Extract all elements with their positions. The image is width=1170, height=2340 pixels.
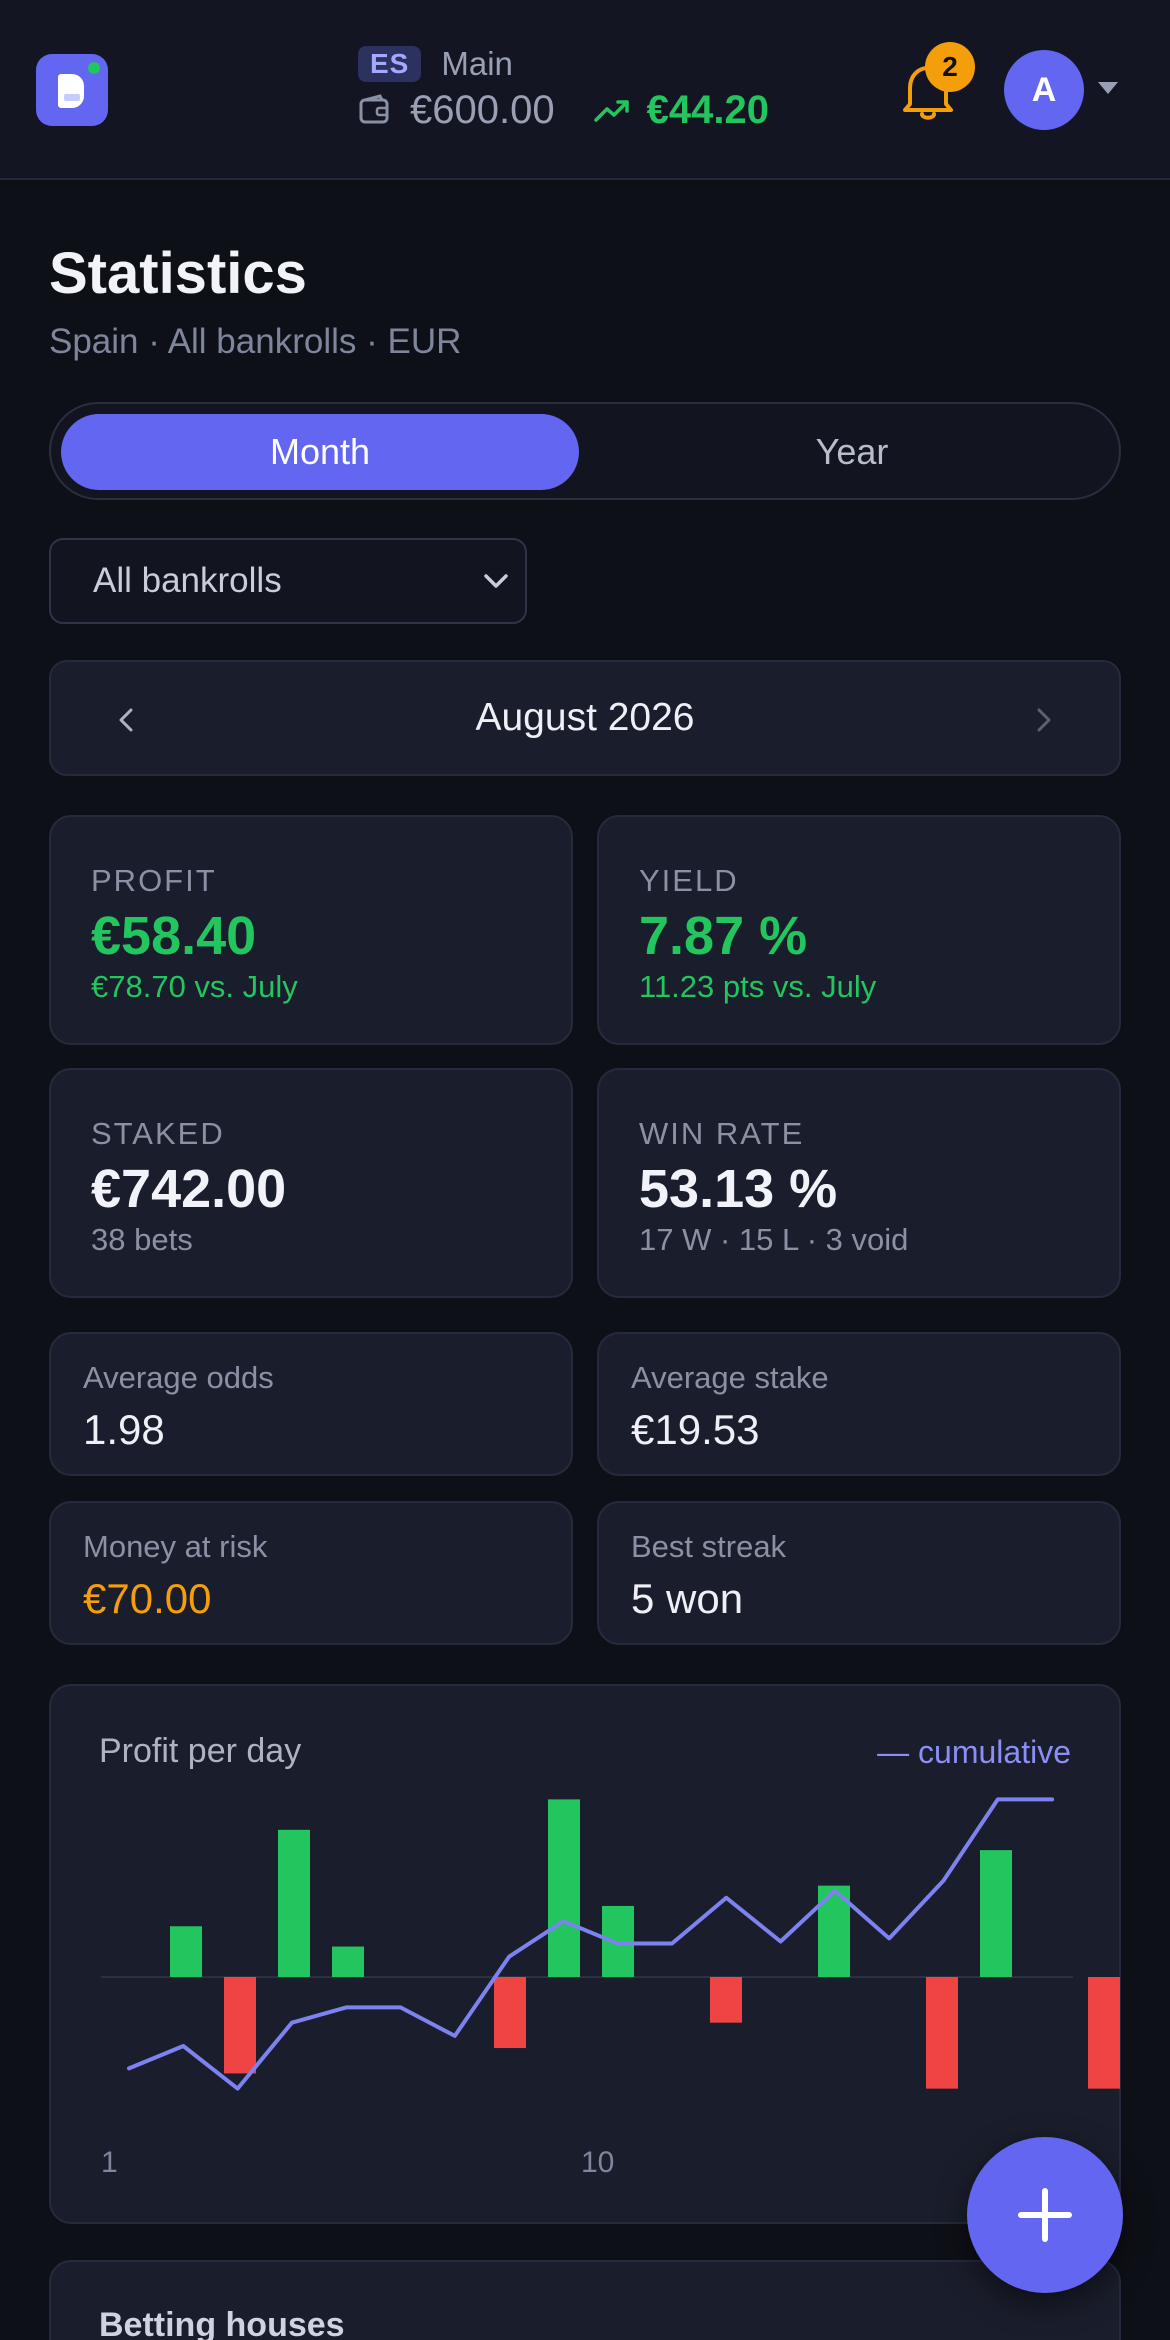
- page-title: Statistics: [49, 241, 307, 306]
- bankroll-filter-value: All bankrolls: [93, 561, 282, 600]
- win-rate-label: WIN RATE: [639, 1116, 805, 1151]
- daily-profit-bar: [710, 1977, 742, 2023]
- profit-comparison: €78.70 vs. July: [91, 969, 298, 1004]
- month-navigator: August 2026: [49, 660, 1121, 776]
- daily-profit-bar: [332, 1946, 364, 1977]
- win-rate-value: 53.13 %: [639, 1159, 838, 1219]
- money-at-risk-card: Money at risk €70.00: [49, 1501, 573, 1645]
- profit-value: €58.40: [91, 906, 257, 966]
- user-avatar[interactable]: A: [1004, 50, 1084, 130]
- win-loss-breakdown: 17 W · 15 L · 3 void: [639, 1222, 909, 1257]
- average-stake-value: €19.53: [631, 1406, 760, 1453]
- staked-value: €742.00: [91, 1159, 287, 1219]
- top-header: ES Main €600.00 €44.20 2 A: [0, 0, 1170, 180]
- betting-houses-card: Betting houses: [49, 2260, 1121, 2340]
- notification-count-badge: 2: [925, 42, 975, 92]
- caret-down-icon[interactable]: [1096, 80, 1120, 96]
- yield-comparison: 11.23 pts vs. July: [639, 969, 877, 1004]
- money-at-risk-value: €70.00: [83, 1575, 212, 1622]
- bankroll-filter-select[interactable]: All bankrolls: [49, 538, 527, 624]
- daily-profit-bar: [980, 1850, 1012, 1977]
- average-odds-value: 1.98: [83, 1406, 165, 1453]
- x-tick-label: 10: [581, 2146, 615, 2179]
- daily-profit-bar: [224, 1977, 256, 2074]
- chevron-right-icon[interactable]: [1029, 698, 1059, 742]
- profit-indicator: €44.20: [646, 87, 769, 132]
- daily-profit-bar: [926, 1977, 958, 2089]
- page-subtitle: Spain · All bankrolls · EUR: [49, 322, 462, 361]
- money-at-risk-label: Money at risk: [83, 1529, 268, 1564]
- bankroll-name: Main: [441, 45, 513, 82]
- staked-label: STAKED: [91, 1116, 225, 1151]
- add-bet-button[interactable]: [967, 2137, 1123, 2293]
- bankroll-balance: €600.00: [410, 87, 555, 132]
- yield-card: YIELD 7.87 % 11.23 pts vs. July: [597, 815, 1121, 1045]
- average-odds-card: Average odds 1.98: [49, 1332, 573, 1476]
- best-streak-card: Best streak 5 won: [597, 1501, 1121, 1645]
- country-badge: ES: [358, 46, 422, 82]
- balance-summary: €600.00 €44.20: [358, 84, 769, 136]
- daily-profit-bar: [494, 1977, 526, 2049]
- plus-icon: [1018, 2188, 1072, 2242]
- cumulative-profit-line: [127, 1797, 1055, 2091]
- best-streak-value: 5 won: [631, 1575, 744, 1622]
- bankroll-selector[interactable]: ES Main: [358, 44, 513, 84]
- period-toggle: Month Year: [49, 402, 1121, 500]
- profit-label: PROFIT: [91, 863, 217, 898]
- betting-houses-title: Betting houses: [99, 2306, 345, 2340]
- current-month-label: August 2026: [475, 696, 695, 739]
- best-streak-label: Best streak: [631, 1529, 787, 1564]
- online-status-dot: [88, 62, 100, 74]
- daily-profit-bar: [170, 1926, 202, 1977]
- chart-plot: [101, 1797, 1120, 2091]
- yield-label: YIELD: [639, 863, 739, 898]
- staked-card: STAKED €742.00 38 bets: [49, 1068, 573, 1298]
- app-logo-icon[interactable]: [36, 54, 108, 126]
- daily-profit-bar: [1088, 1977, 1120, 2089]
- wallet-icon: [359, 94, 389, 124]
- average-stake-label: Average stake: [631, 1360, 829, 1395]
- x-tick-label: 1: [101, 2146, 118, 2179]
- daily-profit-bar: [278, 1829, 310, 1977]
- profit-per-day-chart: Profit per day — cumulative 1 10: [49, 1684, 1121, 2224]
- average-stake-card: Average stake €19.53: [597, 1332, 1121, 1476]
- chevron-down-icon: [484, 574, 508, 588]
- profit-card: PROFIT €58.40 €78.70 vs. July: [49, 815, 573, 1045]
- bet-count: 38 bets: [91, 1222, 193, 1257]
- win-rate-card: WIN RATE 53.13 % 17 W · 15 L · 3 void: [597, 1068, 1121, 1298]
- yield-value: 7.87 %: [639, 906, 808, 966]
- tab-year[interactable]: Year: [593, 414, 1111, 490]
- average-odds-label: Average odds: [83, 1360, 274, 1395]
- daily-profit-bar: [548, 1799, 580, 1977]
- tab-month[interactable]: Month: [61, 414, 579, 490]
- trending-up-icon: [593, 100, 629, 122]
